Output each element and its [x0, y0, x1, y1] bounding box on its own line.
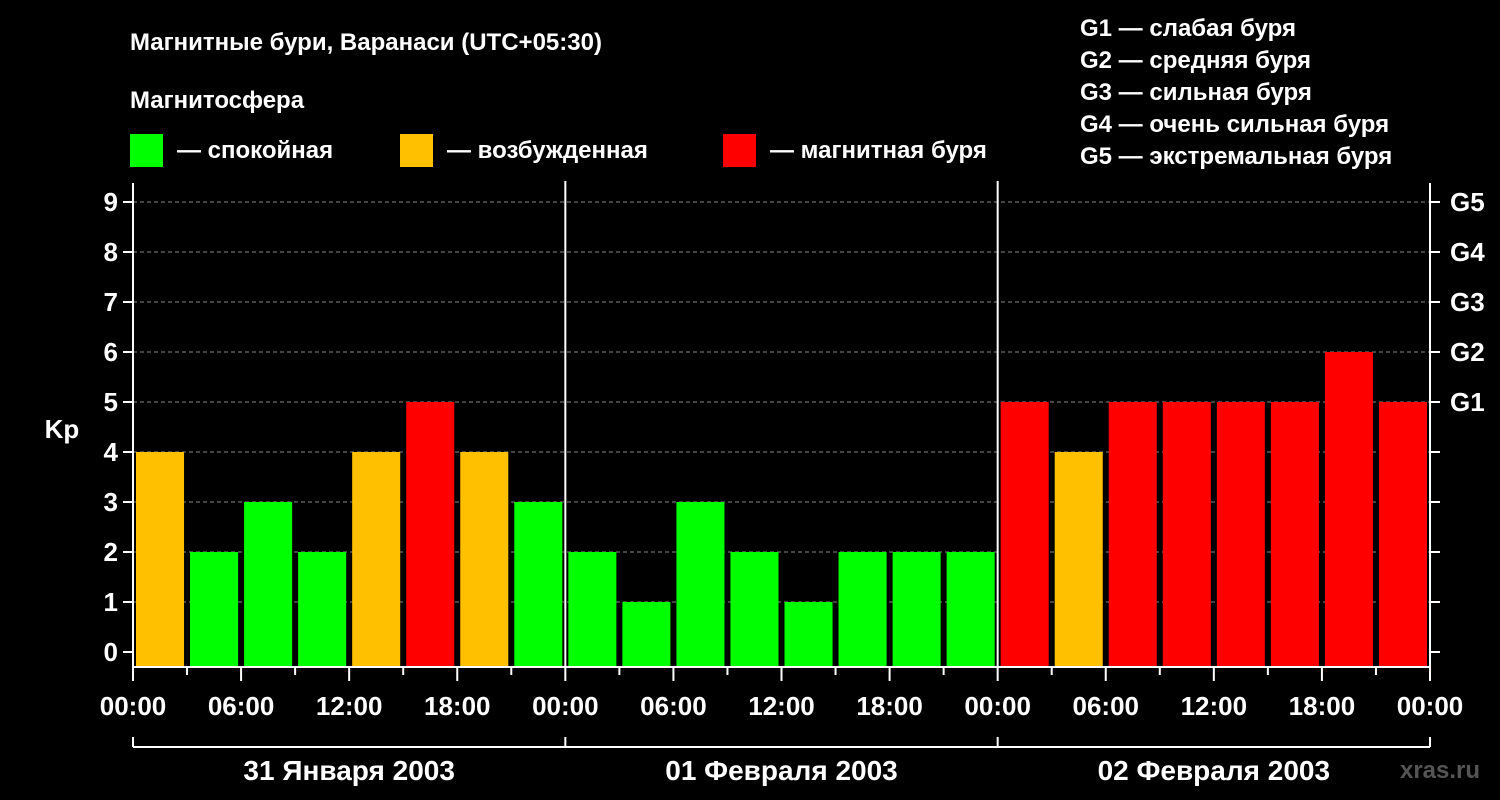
legend-label: — спокойная	[177, 137, 333, 164]
kp-bar	[298, 552, 347, 667]
g-scale-item: G3 — сильная буря	[1080, 79, 1312, 106]
kp-bar	[190, 552, 239, 667]
y-tick-label: 9	[104, 187, 118, 217]
legend-label: — магнитная буря	[770, 137, 987, 164]
kp-bar	[946, 552, 995, 667]
y-tick-label: 7	[104, 287, 118, 317]
day-label: 31 Января 2003	[243, 755, 455, 786]
x-tick-label: 06:00	[640, 691, 707, 721]
g-tick-label: G1	[1450, 387, 1485, 417]
kp-bar	[1000, 402, 1049, 667]
kp-bar	[460, 452, 509, 667]
kp-bar	[892, 552, 941, 667]
bars	[136, 352, 1427, 667]
g-scale-legend: G1 — слабая буря G2 — средняя буря G3 — си…	[1080, 15, 1392, 170]
kp-bar	[730, 552, 779, 667]
g-scale-item: G1 — слабая буря	[1080, 15, 1296, 42]
legend-label: — возбужденная	[447, 137, 648, 164]
y-tick-label: 0	[104, 637, 118, 667]
kp-bar	[784, 602, 833, 667]
kp-bar	[1216, 402, 1265, 667]
x-tick-label: 00:00	[100, 691, 167, 721]
x-tick-label: 00:00	[532, 691, 599, 721]
kp-bar	[568, 552, 617, 667]
legend: — спокойная — возбужденная — магнитная бур…	[130, 134, 987, 167]
kp-bar	[676, 502, 725, 667]
kp-bar	[514, 502, 563, 667]
x-tick-label: 18:00	[424, 691, 491, 721]
g-tick-label: G2	[1450, 337, 1485, 367]
kp-chart: Магнитные бури, Варанаси (UTC+05:30) Маг…	[45, 15, 1486, 786]
y-axis-label: Kp	[45, 414, 80, 444]
kp-bar	[1162, 402, 1211, 667]
kp-bar	[1378, 402, 1427, 667]
y-tick-label: 5	[104, 387, 118, 417]
y-tick-label: 6	[104, 337, 118, 367]
y-tick-label: 2	[104, 537, 118, 567]
day-label: 01 Февраля 2003	[665, 755, 897, 786]
x-tick-label: 00:00	[1397, 691, 1464, 721]
watermark: xras.ru	[1400, 757, 1480, 784]
kp-bar	[1054, 452, 1103, 667]
x-tick-label: 06:00	[1073, 691, 1140, 721]
kp-bar	[1108, 402, 1157, 667]
y-tick-label: 8	[104, 237, 118, 267]
kp-bar	[244, 502, 293, 667]
kp-bar	[136, 452, 185, 667]
day-label: 02 Февраля 2003	[1098, 755, 1330, 786]
chart-title: Магнитные бури, Варанаси (UTC+05:30)	[130, 29, 602, 56]
kp-bar	[406, 402, 455, 667]
x-tick-label: 12:00	[1181, 691, 1248, 721]
x-tick-label: 12:00	[748, 691, 815, 721]
g-tick-label: G4	[1450, 237, 1485, 267]
legend-swatch	[400, 134, 433, 167]
y-tick-label: 4	[104, 437, 119, 467]
x-tick-label: 12:00	[316, 691, 383, 721]
y-tick-label: 1	[104, 587, 118, 617]
legend-swatch	[723, 134, 756, 167]
g-scale-item: G4 — очень сильная буря	[1080, 111, 1389, 138]
kp-bar	[838, 552, 887, 667]
x-tick-label: 18:00	[1289, 691, 1356, 721]
legend-swatch	[130, 134, 163, 167]
g-scale-item: G5 — экстремальная буря	[1080, 143, 1392, 170]
legend-title: Магнитосфера	[130, 87, 305, 114]
kp-bar	[352, 452, 401, 667]
g-scale-item: G2 — средняя буря	[1080, 47, 1311, 74]
kp-bar	[622, 602, 671, 667]
kp-bar	[1270, 402, 1319, 667]
kp-bar	[1324, 352, 1373, 667]
g-tick-label: G5	[1450, 187, 1485, 217]
g-tick-label: G3	[1450, 287, 1485, 317]
x-tick-label: 00:00	[964, 691, 1031, 721]
x-tick-label: 18:00	[856, 691, 923, 721]
y-tick-label: 3	[104, 487, 118, 517]
x-tick-label: 06:00	[208, 691, 275, 721]
